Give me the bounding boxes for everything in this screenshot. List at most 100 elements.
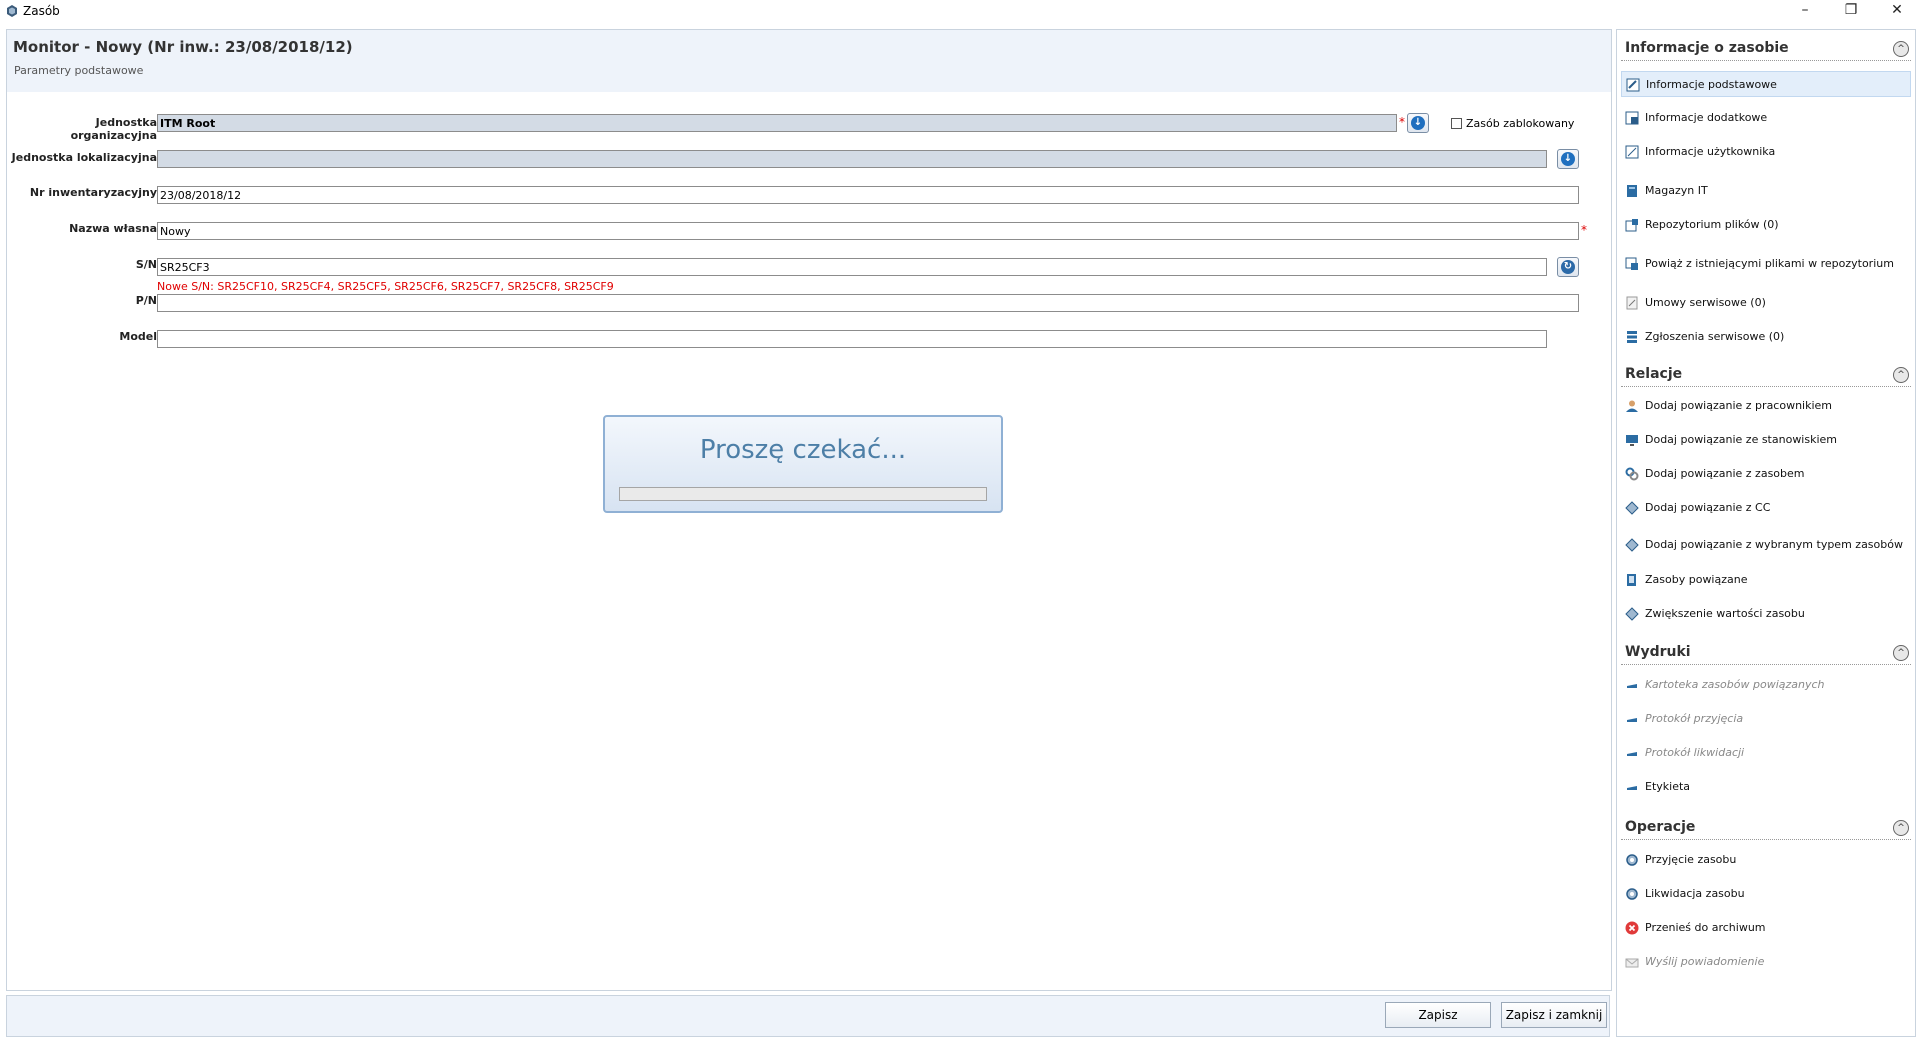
refresh-icon: ↻ bbox=[1561, 260, 1575, 274]
inventory-label: Nr inwentaryzacyjny bbox=[29, 186, 157, 199]
side-item-it-warehouse[interactable]: Magazyn IT bbox=[1621, 178, 1911, 204]
side-item-move-to-archive[interactable]: Przenieś do archiwum bbox=[1621, 915, 1911, 941]
side-item-link-files[interactable]: Powiąż z istniejącymi plikami w repozyto… bbox=[1621, 251, 1911, 277]
link-asset-icon bbox=[1625, 467, 1639, 481]
page-subtitle: Parametry podstawowe bbox=[14, 64, 144, 77]
side-item-label: Przyjęcie zasobu bbox=[1645, 853, 1737, 866]
side-item-link-asset[interactable]: Dodaj powiązanie z zasobem bbox=[1621, 461, 1911, 487]
workstation-icon bbox=[1626, 435, 1638, 446]
divider bbox=[1621, 386, 1911, 387]
side-item-label: Informacje podstawowe bbox=[1646, 78, 1777, 91]
side-item-related-assets[interactable]: Zasoby powiązane bbox=[1621, 567, 1911, 593]
side-item-link-cc[interactable]: Dodaj powiązanie z CC bbox=[1621, 495, 1911, 521]
window-title: Zasób bbox=[23, 4, 60, 18]
side-item-service-tickets[interactable]: Zgłoszenia serwisowe (0) bbox=[1621, 324, 1911, 350]
locked-label: Zasób zablokowany bbox=[1466, 117, 1575, 130]
close-button[interactable]: ✕ bbox=[1874, 0, 1920, 22]
save-close-button[interactable]: Zapisz i zamknij bbox=[1501, 1002, 1607, 1028]
side-item-print-acceptance[interactable]: Protokół przyjęcia bbox=[1621, 706, 1911, 732]
side-item-label: Informacje dodatkowe bbox=[1645, 111, 1768, 124]
asset-type-icon bbox=[1625, 538, 1639, 552]
side-item-basic-info[interactable]: Informacje podstawowe bbox=[1621, 71, 1911, 97]
side-item-label: Informacje użytkownika bbox=[1645, 145, 1776, 158]
sn-refresh-button[interactable]: ↻ bbox=[1557, 257, 1579, 277]
section-relations-header: Relacje bbox=[1625, 366, 1683, 382]
loc-unit-field[interactable] bbox=[157, 150, 1547, 168]
loc-unit-label: Jednostka lokalizacyjna bbox=[11, 151, 157, 164]
sn-field[interactable]: SR25CF3 bbox=[157, 258, 1547, 276]
link-files-icon bbox=[1625, 257, 1638, 270]
progress-bar bbox=[619, 487, 987, 501]
mail-icon bbox=[1625, 958, 1639, 968]
repository-icon bbox=[1625, 219, 1638, 232]
arrow-down-icon: ↓ bbox=[1411, 116, 1425, 130]
collapse-operations-button[interactable]: ^ bbox=[1893, 820, 1909, 836]
form-edit-icon bbox=[1625, 145, 1639, 159]
model-label: Model bbox=[119, 330, 157, 343]
side-item-accept-asset[interactable]: Przyjęcie zasobu bbox=[1621, 847, 1911, 873]
side-item-label: Kartoteka zasobów powiązanych bbox=[1645, 678, 1825, 691]
warehouse-icon bbox=[1627, 185, 1637, 197]
side-item-print-liquidation[interactable]: Protokół likwidacji bbox=[1621, 740, 1911, 766]
side-item-print-related-card[interactable]: Kartoteka zasobów powiązanych bbox=[1621, 672, 1911, 698]
side-item-increase-value[interactable]: Zwiększenie wartości zasobu bbox=[1621, 601, 1911, 627]
model-field[interactable] bbox=[157, 330, 1547, 348]
side-item-label: Repozytorium plików (0) bbox=[1645, 218, 1779, 231]
side-item-link-workstation[interactable]: Dodaj powiązanie ze stanowiskiem bbox=[1621, 427, 1911, 453]
loc-unit-pick-button[interactable]: ↓ bbox=[1557, 149, 1579, 169]
print-icon bbox=[1627, 718, 1637, 722]
print-icon bbox=[1627, 752, 1637, 756]
collapse-prints-button[interactable]: ^ bbox=[1893, 645, 1909, 661]
org-unit-pick-button[interactable]: ↓ bbox=[1407, 113, 1429, 133]
side-item-service-contracts[interactable]: Umowy serwisowe (0) bbox=[1621, 290, 1911, 316]
related-assets-icon bbox=[1627, 574, 1636, 586]
side-item-link-employee[interactable]: Dodaj powiązanie z pracownikiem bbox=[1621, 393, 1911, 419]
side-item-send-notification[interactable]: Wyślij powiadomienie bbox=[1621, 949, 1911, 975]
section-info-header: Informacje o zasobie bbox=[1625, 40, 1789, 56]
sn-label: S/N bbox=[135, 258, 157, 271]
inventory-field[interactable]: 23/08/2018/12 bbox=[157, 186, 1579, 204]
side-item-label: Dodaj powiązanie z pracownikiem bbox=[1645, 399, 1833, 412]
window-titlebar: Zasób – ❐ ✕ bbox=[0, 0, 1920, 22]
main-header: Monitor - Nowy (Nr inw.: 23/08/2018/12) … bbox=[7, 30, 1611, 92]
minimize-button[interactable]: – bbox=[1782, 0, 1828, 22]
wait-dialog: Proszę czekać... bbox=[603, 415, 1003, 513]
footer-bar: Zapisz Zapisz i zamknij bbox=[6, 995, 1610, 1037]
side-item-link-asset-type[interactable]: Dodaj powiązanie z wybranym typem zasobó… bbox=[1621, 532, 1911, 558]
employee-icon bbox=[1626, 400, 1638, 412]
side-item-label: Zwiększenie wartości zasobu bbox=[1645, 607, 1805, 620]
name-label: Nazwa własna bbox=[69, 222, 157, 235]
locked-checkbox[interactable] bbox=[1451, 118, 1462, 129]
section-prints-header: Wydruki bbox=[1625, 644, 1691, 660]
gear-icon bbox=[1626, 854, 1638, 866]
side-item-additional-info[interactable]: Informacje dodatkowe bbox=[1621, 105, 1911, 131]
name-field[interactable]: Nowy bbox=[157, 222, 1579, 240]
form-icon bbox=[1626, 78, 1640, 92]
restore-button[interactable]: ❐ bbox=[1828, 0, 1874, 22]
side-item-label: Zasoby powiązane bbox=[1645, 573, 1748, 586]
divider bbox=[1621, 664, 1911, 665]
save-button[interactable]: Zapisz bbox=[1385, 1002, 1491, 1028]
pn-field[interactable] bbox=[157, 294, 1579, 312]
wait-text: Proszę czekać... bbox=[699, 435, 907, 465]
side-item-label: Wyślij powiadomienie bbox=[1645, 955, 1765, 968]
side-item-print-label[interactable]: Etykieta bbox=[1621, 774, 1911, 800]
side-item-file-repository[interactable]: Repozytorium plików (0) bbox=[1621, 212, 1911, 238]
section-operations-header: Operacje bbox=[1625, 819, 1696, 835]
org-unit-label: Jednostka organizacyjna bbox=[70, 116, 157, 142]
collapse-relations-button[interactable]: ^ bbox=[1893, 367, 1909, 383]
required-marker: * bbox=[1581, 223, 1587, 237]
side-item-label: Dodaj powiązanie z CC bbox=[1645, 501, 1771, 514]
side-item-user-info[interactable]: Informacje użytkownika bbox=[1621, 139, 1911, 165]
pn-label: P/N bbox=[135, 294, 157, 307]
side-item-label: Etykieta bbox=[1645, 780, 1691, 793]
collapse-info-button[interactable]: ^ bbox=[1893, 41, 1909, 57]
side-item-label: Magazyn IT bbox=[1645, 184, 1708, 197]
divider bbox=[1621, 60, 1911, 61]
org-unit-field[interactable]: ITM Root bbox=[157, 114, 1397, 132]
side-item-liquidate-asset[interactable]: Likwidacja zasobu bbox=[1621, 881, 1911, 907]
sn-hint: Nowe S/N: SR25CF10, SR25CF4, SR25CF5, SR… bbox=[157, 280, 614, 293]
side-item-label: Powiąż z istniejącymi plikami w repozyto… bbox=[1645, 257, 1894, 270]
print-icon bbox=[1627, 684, 1637, 688]
side-item-label: Dodaj powiązanie ze stanowiskiem bbox=[1645, 433, 1838, 446]
